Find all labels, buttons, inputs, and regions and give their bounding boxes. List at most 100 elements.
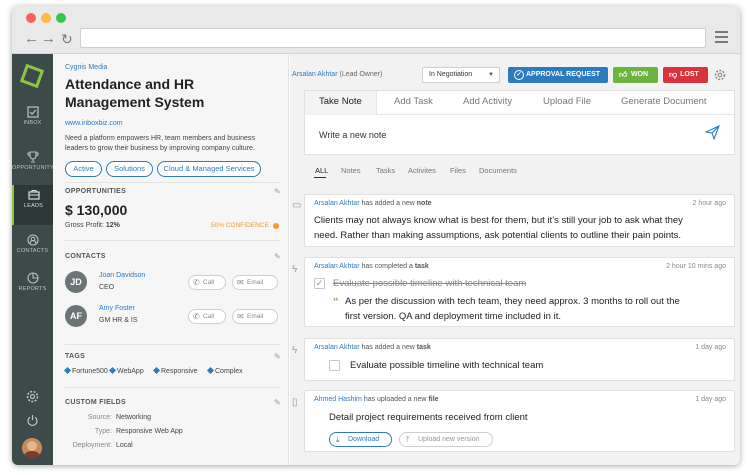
gear-icon[interactable] (714, 69, 726, 81)
contacts-icon (26, 234, 39, 246)
tag-label: Complex (215, 368, 243, 375)
filter-notes[interactable]: Notes (341, 166, 361, 175)
envelope-icon: ✉ (237, 278, 244, 287)
feed-item-file: Ahmed Hashim has uploaded a new file 1 d… (304, 390, 735, 452)
user-avatar[interactable] (22, 438, 42, 458)
close-window-button[interactable] (26, 13, 36, 23)
filter-documents[interactable]: Documents (479, 166, 517, 175)
task-checkbox[interactable] (329, 360, 340, 371)
contact-avatar[interactable]: JD (65, 271, 87, 293)
tab-generate-document[interactable]: Generate Document (621, 96, 707, 107)
filter-tasks[interactable]: Tasks (376, 166, 395, 175)
address-bar[interactable] (80, 28, 706, 48)
browser-menu-icon[interactable] (715, 31, 728, 43)
category-pill-cloud[interactable]: Cloud & Managed Services (157, 161, 261, 177)
tab-take-note[interactable]: Take Note (319, 96, 362, 107)
tag-item[interactable]: Fortune500 (63, 366, 108, 375)
tab-upload-file[interactable]: Upload File (543, 96, 591, 107)
opportunities-heading: OPPORTUNITIES (65, 188, 127, 195)
minimize-window-button[interactable] (41, 13, 51, 23)
contact-avatar[interactable]: AF (65, 305, 87, 327)
tag-item[interactable]: Complex (206, 366, 243, 375)
tab-add-task[interactable]: Add Task (394, 96, 433, 107)
sidebar-item-reports[interactable]: REPORTS (12, 268, 53, 308)
status-pill-active[interactable]: Active (65, 161, 102, 177)
sidebar-item-leads[interactable]: LEADS (12, 185, 53, 225)
sidebar-item-contacts[interactable]: CONTACTS (12, 230, 53, 270)
filter-all[interactable]: ALL (315, 166, 328, 175)
task-checkbox-checked[interactable]: ✓ (314, 278, 325, 289)
divider (65, 387, 280, 388)
sidebar-item-label: INBOX (23, 120, 42, 126)
category-pill-solutions[interactable]: Solutions (106, 161, 153, 177)
filter-files[interactable]: Files (450, 166, 466, 175)
edit-opportunities-icon[interactable]: ✎ (274, 187, 281, 196)
call-button[interactable]: ✆ Call (188, 275, 226, 290)
reload-icon[interactable]: ↻ (61, 31, 73, 47)
custom-field-row: Deployment: Local (65, 442, 133, 449)
contact-name[interactable]: Amy Foster (99, 305, 135, 312)
send-icon[interactable] (705, 125, 720, 140)
tab-add-activity[interactable]: Add Activity (463, 96, 512, 107)
feed-item-note: Arsalan Akhtar has added a new note 2 ho… (304, 194, 735, 247)
feed-user-link[interactable]: Arsalan Akhtar (314, 200, 360, 207)
lead-details-panel: Cygnis Media Attendance and HR Managemen… (53, 54, 289, 465)
call-label: Call (203, 313, 215, 320)
edit-custom-fields-icon[interactable]: ✎ (274, 398, 281, 407)
page-title-line: Management System (65, 94, 205, 110)
back-arrow-icon[interactable]: ← (24, 31, 39, 47)
note-text-line: Clients may not always know what is best… (314, 215, 683, 226)
feed-user-link[interactable]: Ahmed Hashim (314, 396, 362, 403)
tag-label: WebApp (117, 368, 144, 375)
call-button[interactable]: ✆ Call (188, 309, 226, 324)
approval-request-label: APPROVAL REQUEST (525, 71, 601, 78)
feed-meta: Ahmed Hashim has uploaded a new file (314, 396, 439, 403)
edit-contacts-icon[interactable]: ✎ (274, 252, 281, 261)
email-button[interactable]: ✉ Email (232, 309, 278, 324)
lost-button[interactable]: 👎︎ LOST (663, 67, 708, 83)
feed-action: has completed a (361, 263, 413, 270)
app-logo-icon[interactable] (20, 64, 44, 88)
contact-role: CEO (99, 284, 115, 291)
upload-new-version-button[interactable]: ⤒ Upload new version (399, 432, 493, 447)
note-input[interactable]: Write a new note (319, 130, 386, 140)
status-select[interactable]: In Negotiation ▼ (422, 67, 500, 83)
owner-role: (Lead Owner) (339, 71, 383, 78)
thumbs-up-icon: 👍︎ (619, 70, 628, 79)
settings-gear-icon[interactable] (26, 390, 39, 403)
won-button[interactable]: 👍︎ WON (613, 67, 658, 83)
forward-arrow-icon[interactable]: → (41, 31, 56, 47)
owner-name-link[interactable]: Arsalan Akhtar (292, 71, 338, 78)
tag-item[interactable]: WebApp (108, 366, 144, 375)
power-icon[interactable] (26, 414, 39, 427)
email-label: Email (247, 279, 264, 286)
company-link[interactable]: Cygnis Media (65, 64, 107, 71)
feed-user-link[interactable]: Arsalan Akhtar (314, 263, 360, 270)
note-icon: ▭ (292, 200, 302, 211)
maximize-window-button[interactable] (56, 13, 66, 23)
call-label: Call (203, 279, 215, 286)
activity-panel: Arsalan Akhtar (Lead Owner) In Negotiati… (290, 54, 740, 465)
sidebar-item-opportunity[interactable]: OPPORTUNITY (12, 147, 54, 187)
sidebar-item-inbox[interactable]: INBOX (12, 102, 53, 142)
approval-request-button[interactable]: ✓ APPROVAL REQUEST (508, 67, 608, 83)
phone-icon: ✆ (193, 278, 200, 287)
website-link[interactable]: www.inboxbiz.com (65, 120, 123, 127)
feed-meta: Arsalan Akhtar has added a new task (314, 344, 431, 351)
tags-heading: TAGS (65, 353, 86, 360)
lead-description: Need a platform empowers HR, team member… (65, 134, 255, 154)
feed-user-link[interactable]: Arsalan Akhtar (314, 344, 360, 351)
contact-name[interactable]: Joan Davidson (99, 272, 145, 279)
lead-owner: Arsalan Akhtar (Lead Owner) (292, 71, 382, 78)
comment-line: As per the discussion with tech team, th… (345, 296, 680, 307)
tag-label: Responsive (161, 368, 198, 375)
feed-note-text: Clients may not always know what is best… (314, 213, 683, 243)
edit-tags-icon[interactable]: ✎ (274, 352, 281, 361)
filter-activities[interactable]: Activites (408, 166, 436, 175)
field-label: Type: (94, 428, 112, 435)
field-value: Networking (116, 414, 152, 421)
download-button[interactable]: ⤓ Download (329, 432, 392, 447)
email-button[interactable]: ✉ Email (232, 275, 278, 290)
upload-label: Upload new version (418, 436, 480, 443)
tag-item[interactable]: Responsive (152, 366, 198, 375)
